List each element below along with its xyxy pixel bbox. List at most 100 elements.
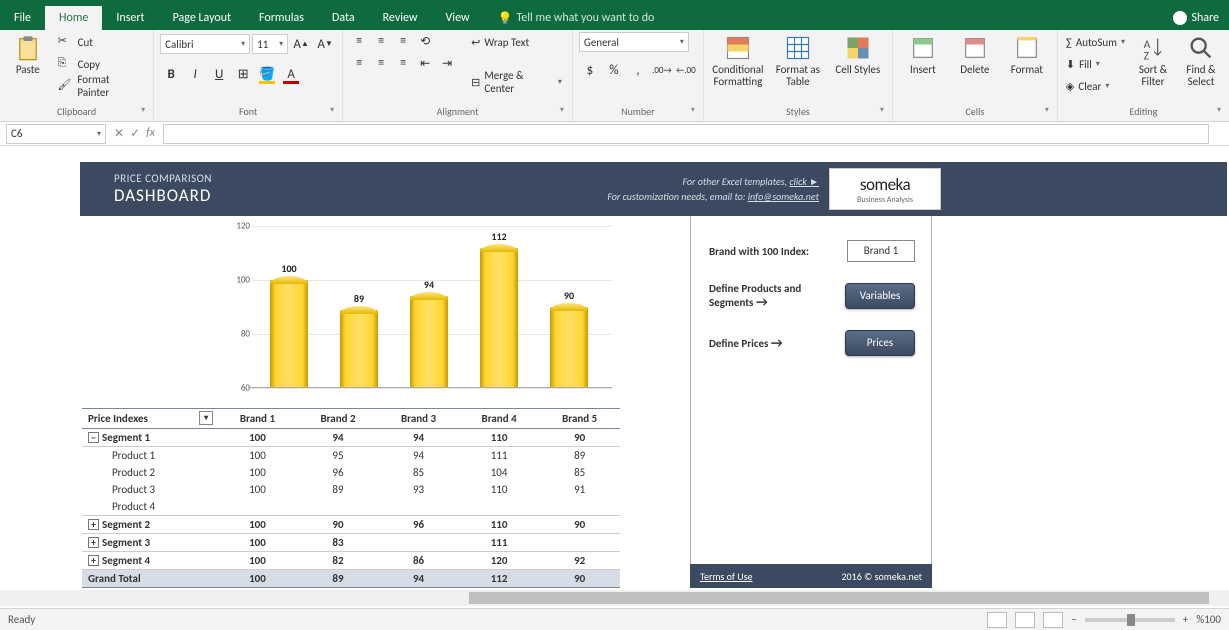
font-color-button[interactable]: A bbox=[280, 64, 302, 84]
increase-decimal-button[interactable]: .00→ bbox=[651, 60, 673, 80]
font-size-combo[interactable]: 11▾ bbox=[252, 34, 288, 54]
paste-button[interactable]: Paste bbox=[6, 32, 50, 76]
increase-indent-button[interactable]: ⇥ bbox=[437, 54, 457, 72]
name-box[interactable]: C6▾ bbox=[6, 124, 106, 144]
merge-center-button[interactable]: ⊟Merge & Center▾ bbox=[467, 72, 566, 92]
prices-button[interactable]: Prices bbox=[845, 330, 915, 356]
percent-button[interactable]: % bbox=[603, 60, 625, 80]
email-link[interactable]: info@someka.net bbox=[748, 190, 819, 203]
conditional-formatting-button[interactable]: Conditional Formatting bbox=[710, 32, 766, 88]
align-right-button[interactable]: ≡ bbox=[393, 54, 413, 72]
page-layout-view-button[interactable] bbox=[1015, 612, 1035, 628]
align-middle-button[interactable]: ≡ bbox=[371, 32, 391, 50]
fx-icon[interactable]: fx bbox=[146, 126, 155, 141]
zoom-in-button[interactable]: + bbox=[1183, 613, 1188, 626]
table-cell: 100 bbox=[217, 534, 298, 552]
zoom-level[interactable]: %100 bbox=[1196, 613, 1221, 626]
sort-filter-button[interactable]: AZSort & Filter bbox=[1131, 32, 1175, 88]
row-label: Product 1 bbox=[82, 447, 217, 465]
number-group-label: Number bbox=[579, 103, 697, 121]
align-bottom-button[interactable]: ≡ bbox=[393, 32, 413, 50]
table-cell: 89 bbox=[298, 570, 379, 588]
expand-toggle[interactable]: + bbox=[88, 519, 99, 530]
chevron-down-icon: ▾ bbox=[97, 129, 101, 139]
chart-bar: 94 bbox=[410, 296, 448, 388]
format-label: Format bbox=[1011, 64, 1043, 76]
brand-index-select[interactable]: Brand 1 bbox=[847, 240, 915, 262]
scroll-thumb[interactable] bbox=[469, 592, 1209, 604]
zoom-slider[interactable] bbox=[1085, 618, 1175, 622]
cond-label: Conditional Formatting bbox=[710, 64, 766, 88]
tab-page-layout[interactable]: Page Layout bbox=[159, 6, 245, 30]
expand-toggle[interactable]: + bbox=[88, 555, 99, 566]
table-cell: 110 bbox=[459, 481, 540, 498]
table-header: Brand 2 bbox=[298, 409, 379, 429]
comma-button[interactable]: , bbox=[627, 60, 649, 80]
zoom-out-button[interactable]: − bbox=[1071, 613, 1076, 626]
filter-icon[interactable]: ▾ bbox=[199, 411, 213, 425]
align-center-button[interactable]: ≡ bbox=[371, 54, 391, 72]
font-name-combo[interactable]: Calibri▾ bbox=[160, 34, 250, 54]
orientation-button[interactable]: ⟲ bbox=[415, 32, 435, 50]
expand-toggle[interactable]: + bbox=[88, 537, 99, 548]
insert-cells-button[interactable]: Insert bbox=[899, 32, 947, 76]
table-cell bbox=[298, 498, 379, 516]
cut-button[interactable]: ✂Cut bbox=[54, 32, 148, 52]
italic-button[interactable]: I bbox=[184, 64, 206, 84]
chart-bar: 112 bbox=[480, 248, 518, 388]
border-button[interactable]: ⊞ bbox=[232, 64, 254, 84]
tab-view[interactable]: View bbox=[432, 6, 484, 30]
expand-toggle[interactable]: − bbox=[88, 432, 99, 443]
decrease-decimal-button[interactable]: ←.00 bbox=[675, 60, 697, 80]
format-painter-button[interactable]: 🖌Format Painter bbox=[54, 76, 148, 96]
align-left-button[interactable]: ≡ bbox=[349, 54, 369, 72]
fill-button[interactable]: ⬇Fill▾ bbox=[1064, 54, 1127, 74]
fill-color-button[interactable]: 🪣 bbox=[256, 64, 278, 84]
delete-cells-button[interactable]: Delete bbox=[951, 32, 999, 76]
find-select-button[interactable]: Find & Select bbox=[1179, 32, 1223, 88]
decrease-indent-button[interactable]: ⇤ bbox=[415, 54, 435, 72]
table-cell: 91 bbox=[539, 481, 620, 498]
tab-insert[interactable]: Insert bbox=[102, 6, 158, 30]
clear-button[interactable]: ◈Clear▾ bbox=[1064, 76, 1127, 96]
table-cell: 100 bbox=[217, 552, 298, 570]
cell-styles-button[interactable]: Cell Styles bbox=[830, 32, 886, 76]
formula-input[interactable] bbox=[163, 124, 1209, 144]
normal-view-button[interactable] bbox=[987, 612, 1007, 628]
paste-label: Paste bbox=[16, 64, 40, 76]
bold-button[interactable]: B bbox=[160, 64, 182, 84]
share-button[interactable]: Share bbox=[1173, 11, 1219, 25]
tab-file[interactable]: File bbox=[0, 6, 45, 30]
increase-font-button[interactable]: A▲ bbox=[290, 34, 312, 54]
enter-formula-icon[interactable]: ✓ bbox=[130, 126, 140, 141]
tell-me-input[interactable]: 💡 Tell me what you want to do bbox=[484, 11, 669, 26]
tab-data[interactable]: Data bbox=[318, 6, 369, 30]
currency-button[interactable]: $ bbox=[579, 60, 601, 80]
terms-link[interactable]: Terms of Use bbox=[700, 570, 753, 583]
variables-button[interactable]: Variables bbox=[845, 283, 915, 309]
copy-button[interactable]: ⎘Copy bbox=[54, 54, 148, 74]
decrease-font-button[interactable]: A▼ bbox=[314, 34, 336, 54]
underline-button[interactable]: U bbox=[208, 64, 230, 84]
someka-logo[interactable]: someka Business Analysis bbox=[829, 168, 941, 210]
tab-review[interactable]: Review bbox=[369, 6, 432, 30]
tab-home[interactable]: Home bbox=[45, 6, 102, 30]
number-format-combo[interactable]: General▾ bbox=[579, 32, 689, 52]
align-top-button[interactable]: ≡ bbox=[349, 32, 369, 50]
format-as-table-button[interactable]: Format as Table bbox=[770, 32, 826, 88]
page-break-view-button[interactable] bbox=[1043, 612, 1063, 628]
zoom-thumb[interactable] bbox=[1127, 614, 1135, 626]
worksheet[interactable]: PRICE COMPARISON DASHBOARD For other Exc… bbox=[0, 146, 1229, 606]
sort-label: Sort & Filter bbox=[1131, 64, 1175, 88]
table-row: −Segment 1100949411090 bbox=[82, 429, 620, 447]
cancel-formula-icon[interactable]: ✕ bbox=[114, 126, 124, 141]
horizontal-scrollbar[interactable] bbox=[0, 590, 1229, 606]
row-label: +Segment 4 bbox=[82, 552, 217, 570]
cell-styles-icon bbox=[844, 34, 872, 62]
templates-link[interactable]: click ► bbox=[789, 175, 819, 188]
format-cells-button[interactable]: Format bbox=[1003, 32, 1051, 76]
dashboard-links: For other Excel templates, click ► For c… bbox=[607, 174, 829, 204]
wrap-text-button[interactable]: ↩Wrap Text bbox=[467, 32, 566, 52]
autosum-button[interactable]: ∑AutoSum▾ bbox=[1064, 32, 1127, 52]
tab-formulas[interactable]: Formulas bbox=[245, 6, 318, 30]
